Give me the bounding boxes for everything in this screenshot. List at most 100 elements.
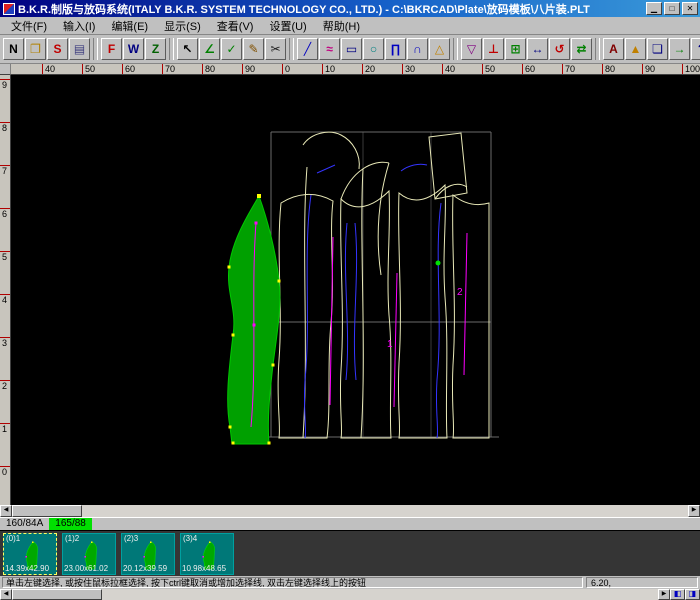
ruler-tick: [642, 64, 643, 74]
piece-nav-left-button[interactable]: ◧: [670, 589, 685, 600]
piece-panel: (0)1 14.39x42.90 (1)2 23.00x61.02 (2)3 20.12x…: [0, 530, 700, 576]
horizontal-ruler: 40 50 60 70 80 90 0 10 20 30 40 50 60 70 80 90 100: [11, 64, 700, 75]
pattern-outline-collar-curve[interactable]: [434, 183, 468, 200]
rectangle-icon[interactable]: ▭: [341, 38, 362, 60]
pattern-outline-seam-a[interactable]: [302, 166, 308, 439]
piece-thumbnail-3[interactable]: (2)3 20.12x39.59: [121, 532, 175, 575]
confirm-icon[interactable]: ✓: [221, 38, 242, 60]
curve-shoulder-mark[interactable]: [316, 164, 336, 174]
piece-thumbnail-2[interactable]: (1)2 23.00x61.02: [62, 532, 116, 575]
ruler-tick: [322, 64, 323, 74]
grade-table-icon[interactable]: ⊞: [505, 38, 526, 60]
pattern-f-icon[interactable]: F: [101, 38, 122, 60]
piece-thumbnail-1[interactable]: (0)1 14.39x42.90: [3, 532, 57, 575]
pencil-icon[interactable]: ✎: [243, 38, 264, 60]
circle-icon[interactable]: ○: [363, 38, 384, 60]
scroll-right-icon[interactable]: ▶: [688, 505, 700, 517]
toolbar: N❐S▤ FWZ ↖∠✓✎✂ ╱≈▭○∏∩△ ▽⊥⊞↔↺⇄ A▲❏→?: [0, 35, 700, 64]
toolbar-separator: [453, 38, 458, 60]
ruler-tick: [242, 64, 243, 74]
mirror-icon[interactable]: ⇄: [571, 38, 592, 60]
construction-grid: [263, 131, 499, 438]
pattern-outline-armhole-deep[interactable]: [377, 162, 390, 276]
title-bar: B.K.R.制版与放码系统(ITALY B.K.R. SYSTEM TECHNO…: [0, 0, 700, 17]
piece-code-label: (1)2: [65, 533, 80, 543]
toolbar-separator: [289, 38, 294, 60]
save-icon[interactable]: S: [47, 38, 68, 60]
minimize-button[interactable]: ▁: [646, 2, 662, 15]
triangle-icon[interactable]: △: [429, 38, 450, 60]
pattern-canvas-svg[interactable]: 1 2: [11, 75, 700, 505]
piece-code-label: (0)1: [6, 533, 21, 543]
ruler-tick: [562, 64, 563, 74]
size-tab-0[interactable]: 160/84A: [0, 518, 49, 530]
arc-icon[interactable]: ∩: [407, 38, 428, 60]
menu-item-input[interactable]: 输入(I): [55, 16, 103, 36]
line-icon[interactable]: ╱: [297, 38, 318, 60]
measure-angle-icon[interactable]: ∠: [199, 38, 220, 60]
curve-dart-a[interactable]: [344, 222, 349, 381]
scrollbar-thumb[interactable]: [12, 505, 82, 517]
zoom-icon[interactable]: Z: [145, 38, 166, 60]
ruler-label: 30: [405, 64, 416, 74]
notch-icon[interactable]: ⊥: [483, 38, 504, 60]
maximize-button[interactable]: □: [664, 2, 680, 15]
ruler-label: 90: [245, 64, 256, 74]
dart-icon[interactable]: ▽: [461, 38, 482, 60]
curve-icon[interactable]: ≈: [319, 38, 340, 60]
close-button[interactable]: ✕: [682, 2, 698, 15]
size-tab-1[interactable]: 165/88: [49, 518, 92, 530]
pattern-outline-neck[interactable]: [302, 131, 360, 170]
bottom-scrollbar-track[interactable]: [102, 589, 658, 600]
curve-dart-b[interactable]: [353, 222, 358, 381]
piece-dims-label: 14.39x42.90: [5, 563, 50, 573]
ruler-tick: [122, 64, 123, 74]
ruler-tick: [482, 64, 483, 74]
pi-tool-icon[interactable]: ∏: [385, 38, 406, 60]
curve-neck-mark[interactable]: [400, 163, 428, 172]
pattern-outline-panel-3[interactable]: [397, 183, 448, 439]
print-icon[interactable]: ▤: [69, 38, 90, 60]
grading-icon[interactable]: ▲: [625, 38, 646, 60]
scrollbar-track[interactable]: [82, 505, 688, 517]
move-icon[interactable]: ↔: [527, 38, 548, 60]
toolbar-separator: [595, 38, 600, 60]
scissors-icon[interactable]: ✂: [265, 38, 286, 60]
pattern-outline-panel-2[interactable]: [339, 189, 392, 439]
select-icon[interactable]: ↖: [177, 38, 198, 60]
menu-item-settings[interactable]: 设置(U): [261, 16, 314, 36]
text-icon[interactable]: A: [603, 38, 624, 60]
drawing-canvas[interactable]: 1 2: [11, 75, 700, 505]
ruler-tick: [282, 64, 283, 74]
export-icon[interactable]: →: [669, 38, 690, 60]
bottom-scroll-left-icon[interactable]: ◀: [0, 589, 12, 600]
menu-item-help[interactable]: 帮助(H): [315, 16, 368, 36]
layers-icon[interactable]: ❏: [647, 38, 668, 60]
ruler-label: 80: [605, 64, 616, 74]
bottom-scroll-right-icon[interactable]: ▶: [658, 589, 670, 600]
ruler-label: 70: [165, 64, 176, 74]
bottom-scrollbar-thumb[interactable]: [12, 589, 102, 600]
pattern-outline-collar[interactable]: [428, 132, 468, 200]
pattern-outline-panel-4[interactable]: [451, 193, 490, 439]
help-tool-icon[interactable]: ?: [691, 38, 700, 60]
menu-item-display[interactable]: 显示(S): [156, 16, 209, 36]
open-icon[interactable]: ❐: [25, 38, 46, 60]
menu-item-file[interactable]: 文件(F): [3, 16, 55, 36]
ruler-tick: [522, 64, 523, 74]
piece-thumbnail-4[interactable]: (3)4 10.98x48.65: [180, 532, 234, 575]
pattern-w-icon[interactable]: W: [123, 38, 144, 60]
scroll-left-icon[interactable]: ◀: [0, 505, 12, 517]
main-area: 9876543210 1 2: [0, 75, 700, 505]
ruler-tick: [602, 64, 603, 74]
piece-nav-right-button[interactable]: ◨: [685, 589, 700, 600]
new-icon[interactable]: N: [3, 38, 24, 60]
rotate-icon[interactable]: ↺: [549, 38, 570, 60]
measure-label-2: 2: [457, 287, 463, 298]
curve-lines[interactable]: [303, 163, 442, 439]
ruler-label: 8: [2, 123, 8, 133]
menu-item-view[interactable]: 查看(V): [209, 16, 262, 36]
menu-item-edit[interactable]: 编辑(E): [103, 16, 156, 36]
pattern-outlines[interactable]: [277, 131, 490, 439]
curve-line-right[interactable]: [435, 202, 442, 439]
